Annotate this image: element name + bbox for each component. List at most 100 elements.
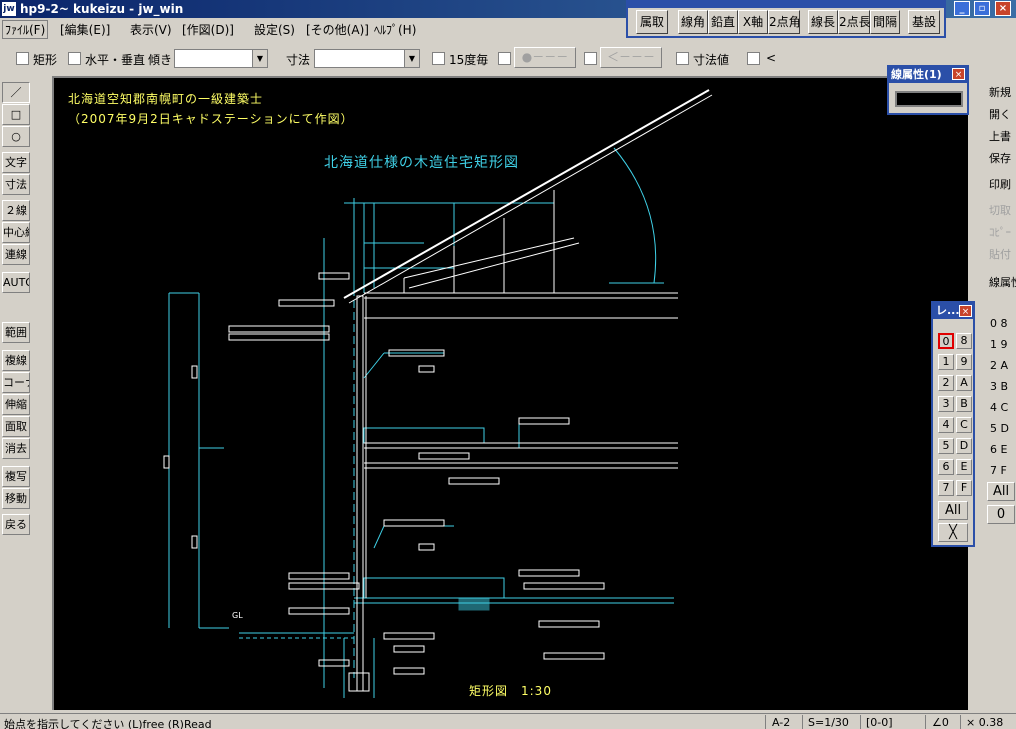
lt-checkbox[interactable]	[747, 52, 760, 65]
print-button[interactable]: 印刷	[986, 174, 1016, 195]
new-file-button[interactable]: 新規	[986, 82, 1016, 103]
copy-tool[interactable]: 複写	[2, 466, 30, 487]
status-zoom[interactable]: × 0.38	[966, 716, 1003, 729]
corner-tool[interactable]: コーナー	[2, 372, 30, 393]
group-zero-button[interactable]: 0	[987, 505, 1015, 524]
layer-c-button[interactable]: C	[956, 417, 972, 433]
dash-pattern-button[interactable]: ●－－－	[514, 47, 576, 68]
window-title: hp9-2~ kukeizu - jw_win	[20, 2, 184, 16]
menu-edit[interactable]: [編集(E)]	[60, 21, 110, 38]
circle-tool[interactable]: ○	[2, 126, 30, 147]
menu-bar: ﾌｧｲﾙ(F) [編集(E)] 表示(V) [作図(D)] 設定(S) [その他…	[0, 18, 625, 40]
dim-combo[interactable]: ▼	[314, 49, 420, 68]
tool-line-length[interactable]: 線長	[808, 10, 838, 34]
chevron-down-icon[interactable]: ▼	[404, 50, 419, 67]
arrow-checkbox[interactable]	[584, 52, 597, 65]
layer-a-button[interactable]: A	[956, 375, 972, 391]
layer-e-button[interactable]: E	[956, 459, 972, 475]
layer-1-button[interactable]: 1	[938, 354, 954, 370]
dash-checkbox[interactable]	[498, 52, 511, 65]
layer-all-button[interactable]: All	[938, 501, 968, 520]
layer-0-button[interactable]: 0	[938, 333, 954, 349]
layer-8-button[interactable]: 8	[956, 333, 972, 349]
tool-senkaku[interactable]: 線角	[678, 10, 708, 34]
close-icon[interactable]: ×	[952, 68, 965, 80]
layer-4-button[interactable]: 4	[938, 417, 954, 433]
group-layer-2[interactable]: 2 A	[986, 356, 1016, 375]
layer-x-button[interactable]: ╳	[938, 523, 968, 542]
tool-2pt-angle[interactable]: 2点角	[768, 10, 801, 34]
tool-xaxis[interactable]: X軸	[738, 10, 768, 34]
group-layer-0[interactable]: 0 8	[986, 314, 1016, 333]
line-tool[interactable]: ／	[2, 82, 30, 103]
group-layer-4[interactable]: 4 C	[986, 398, 1016, 417]
minimize-icon[interactable]: _	[954, 1, 970, 16]
chevron-down-icon[interactable]: ▼	[252, 50, 267, 67]
move-tool[interactable]: 移動	[2, 488, 30, 509]
menu-view[interactable]: 表示(V)	[130, 21, 172, 38]
close-icon[interactable]: ×	[959, 305, 972, 317]
dimval-checkbox[interactable]	[676, 52, 689, 65]
layer-3-button[interactable]: 3	[938, 396, 954, 412]
layer-2-button[interactable]: 2	[938, 375, 954, 391]
layer-9-button[interactable]: 9	[956, 354, 972, 370]
line-attr-button[interactable]: 線属性	[986, 272, 1016, 293]
open-file-button[interactable]: 開く	[986, 104, 1016, 125]
group-layer-5[interactable]: 5 D	[986, 419, 1016, 438]
center-line-tool[interactable]: 中心線	[2, 222, 30, 243]
text-tool[interactable]: 文字	[2, 152, 30, 173]
maximize-icon[interactable]: ▫	[974, 1, 990, 16]
group-all-button[interactable]: All	[987, 482, 1015, 501]
tool-enchoku[interactable]: 鉛直	[708, 10, 738, 34]
status-scale[interactable]: S=1/30	[808, 716, 849, 729]
tool-interval[interactable]: 間隔	[870, 10, 900, 34]
layer-f-button[interactable]: F	[956, 480, 972, 496]
rect-checkbox[interactable]	[16, 52, 29, 65]
overwrite-button[interactable]: 上書	[986, 126, 1016, 147]
tool-zokutori[interactable]: 属取	[636, 10, 668, 34]
chamfer-tool[interactable]: 面取	[2, 416, 30, 437]
hv-checkbox[interactable]	[68, 52, 81, 65]
paste-button[interactable]: 貼付	[986, 244, 1016, 265]
status-paper[interactable]: A-2	[772, 716, 790, 729]
drawing-canvas[interactable]: 北海道空知郡南幌町の一級建築士 （2007年9月2日キャドステーションにて作図）…	[52, 76, 968, 710]
status-layer[interactable]: [0-0]	[866, 716, 893, 729]
offset-line-tool[interactable]: 複線	[2, 350, 30, 371]
tilt-label: 傾き	[148, 53, 173, 67]
menu-settings[interactable]: 設定(S)	[254, 21, 295, 38]
menu-draw[interactable]: [作図(D)]	[182, 21, 234, 38]
range-tool[interactable]: 範囲	[2, 322, 30, 343]
layer-6-button[interactable]: 6	[938, 459, 954, 475]
erase-tool[interactable]: 消去	[2, 438, 30, 459]
save-button[interactable]: 保存	[986, 148, 1016, 169]
dimension-tool[interactable]: 寸法	[2, 174, 30, 195]
menu-other[interactable]: [その他(A)]	[306, 21, 369, 38]
rect-tool[interactable]: □	[2, 104, 30, 125]
status-angle[interactable]: ∠0	[932, 716, 949, 729]
deg15-checkbox[interactable]	[432, 52, 445, 65]
tilt-combo[interactable]: ▼	[174, 49, 268, 68]
line-attr-swatch[interactable]	[895, 91, 963, 107]
cyan-layer	[168, 147, 674, 698]
layer-b-button[interactable]: B	[956, 396, 972, 412]
menu-help[interactable]: ﾍﾙﾌﾟ(H)	[374, 21, 416, 38]
copy-button[interactable]: ｺﾋﾟｰ	[986, 222, 1016, 243]
cut-button[interactable]: 切取	[986, 200, 1016, 221]
double-line-tool[interactable]: ２線	[2, 200, 30, 221]
group-layer-7[interactable]: 7 F	[986, 461, 1016, 480]
layer-5-button[interactable]: 5	[938, 438, 954, 454]
connect-line-tool[interactable]: 連線	[2, 244, 30, 265]
close-icon[interactable]: ×	[995, 1, 1011, 16]
auto-tool[interactable]: AUTO	[2, 272, 30, 293]
layer-d-button[interactable]: D	[956, 438, 972, 454]
tool-kisetsu[interactable]: 基設	[908, 10, 940, 34]
arrow-pattern-button[interactable]: ＜－－－	[600, 47, 662, 68]
group-layer-3[interactable]: 3 B	[986, 377, 1016, 396]
tool-2pt-length[interactable]: 2点長	[838, 10, 871, 34]
group-layer-1[interactable]: 1 9	[986, 335, 1016, 354]
stretch-tool[interactable]: 伸縮	[2, 394, 30, 415]
layer-7-button[interactable]: 7	[938, 480, 954, 496]
menu-file[interactable]: ﾌｧｲﾙ(F)	[2, 20, 49, 39]
undo-tool[interactable]: 戻る	[2, 514, 30, 535]
group-layer-6[interactable]: 6 E	[986, 440, 1016, 459]
